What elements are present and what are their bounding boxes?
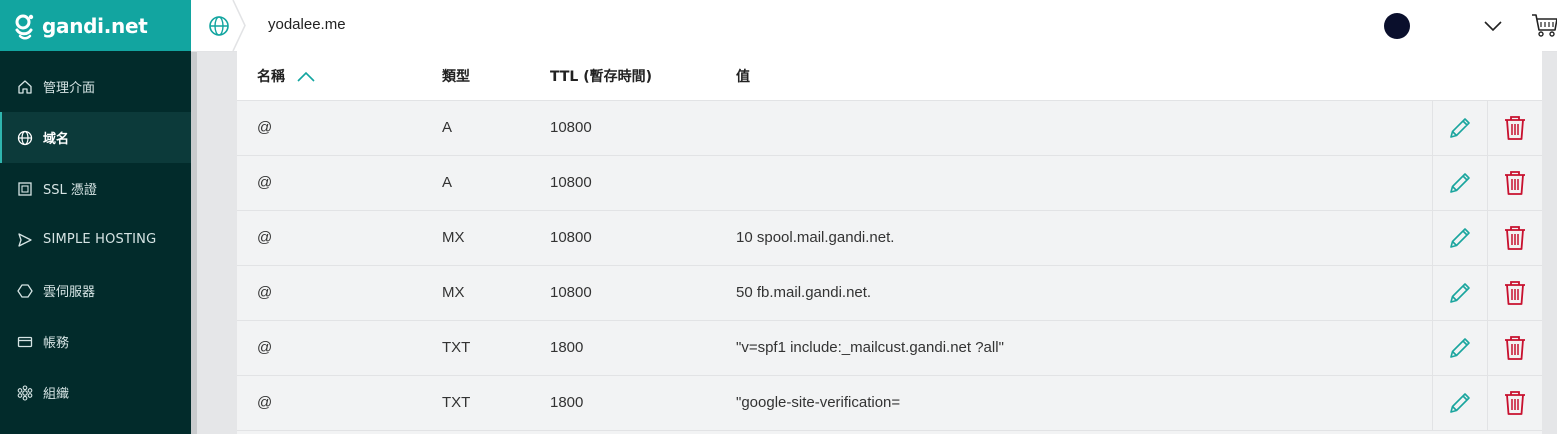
edit-button[interactable] [1432,211,1487,265]
trash-icon [1505,226,1525,250]
pencil-icon [1450,118,1470,138]
record-ttl: 10800 [550,119,592,136]
cart-icon[interactable] [1531,11,1557,39]
table-row: @ TXT 1800 "v=spf1 include:_mailcust.gan… [237,321,1542,376]
record-type: MX [442,284,465,301]
gandi-logo-icon [15,14,34,39]
column-header-type[interactable]: 類型 [442,66,470,86]
hexagon-icon [16,282,34,300]
sidebar-item-label: 域名 [43,132,70,147]
home-icon [16,78,34,96]
sidebar-item-label: 帳務 [43,336,70,351]
table-row: @ A 10800 [237,101,1542,156]
sidebar-item-simple-hosting[interactable]: SIMPLE HOSTING [0,214,191,265]
record-ttl: 1800 [550,339,584,356]
record-value: 10 spool.mail.gandi.net. [736,229,895,246]
record-name: @ [257,229,273,246]
table-row: @ TXT 1800 "google-site-verification= [237,376,1542,431]
record-value: "google-site-verification= [736,394,901,411]
trash-icon [1505,336,1525,360]
send-icon [16,231,34,249]
column-header-name[interactable]: 名稱 [257,66,316,86]
record-type: TXT [442,339,471,356]
sidebar: gandi.net 管理介面 域名 SSL 憑證 SIMPLE HOSTING [0,0,191,434]
certificate-icon [16,180,34,198]
table-row: @ MX 10800 10 spool.mail.gandi.net. [237,211,1542,266]
record-type: A [442,119,453,136]
record-value: "v=spf1 include:_mailcust.gandi.net ?all… [736,339,1004,356]
pencil-icon [1450,173,1470,193]
trash-icon [1505,281,1525,305]
sidebar-nav: 管理介面 域名 SSL 憑證 SIMPLE HOSTING 雲伺服器 帳務 組織 [0,61,191,418]
edit-button[interactable] [1432,376,1487,430]
topbar: yodalee.me [191,0,1557,52]
record-name: @ [257,119,273,136]
column-header-label: 名稱 [257,69,285,85]
credit-card-icon [16,333,34,351]
brand-name: gandi.net [42,13,148,38]
sidebar-item-label: 雲伺服器 [43,285,96,300]
table-row: @ A 10800 [237,156,1542,211]
record-name: @ [257,339,273,356]
column-header-ttl[interactable]: TTL (暫存時間) [550,66,652,86]
table-header: 名稱 類型 TTL (暫存時間) 值 [237,51,1542,101]
sidebar-item-label: SIMPLE HOSTING [43,232,157,247]
sidebar-item-dashboard[interactable]: 管理介面 [0,61,191,112]
sidebar-item-label: 組織 [43,387,70,402]
sidebar-item-organizations[interactable]: 組織 [0,367,191,418]
record-ttl: 1800 [550,394,584,411]
edit-button[interactable] [1432,101,1487,155]
record-ttl: 10800 [550,174,592,191]
trash-icon [1505,171,1525,195]
pencil-icon [1450,393,1470,413]
sidebar-item-ssl[interactable]: SSL 憑證 [0,163,191,214]
sidebar-item-domains[interactable]: 域名 [0,112,191,163]
pencil-icon [1450,228,1470,248]
edit-button[interactable] [1432,156,1487,210]
domain-name[interactable]: yodalee.me [268,16,346,33]
pencil-icon [1450,338,1470,358]
avatar[interactable] [1384,13,1410,39]
record-type: MX [442,229,465,246]
column-header-value[interactable]: 值 [736,66,750,86]
organization-icon [16,384,34,402]
trash-icon [1505,116,1525,140]
sidebar-item-label: 管理介面 [43,81,96,96]
delete-button[interactable] [1487,156,1542,210]
delete-button[interactable] [1487,211,1542,265]
chevron-down-icon[interactable] [1483,16,1503,36]
record-name: @ [257,284,273,301]
sidebar-item-label: SSL 憑證 [43,183,97,198]
record-type: TXT [442,394,471,411]
edit-button[interactable] [1432,321,1487,375]
record-ttl: 10800 [550,229,592,246]
delete-button[interactable] [1487,321,1542,375]
breadcrumb-separator-icon [232,0,246,51]
logo-bar[interactable]: gandi.net [0,0,191,51]
record-name: @ [257,174,273,191]
record-name: @ [257,394,273,411]
sidebar-scrollbar[interactable] [191,51,197,434]
delete-button[interactable] [1487,101,1542,155]
record-ttl: 10800 [550,284,592,301]
globe-icon [16,129,34,147]
pencil-icon [1450,283,1470,303]
sidebar-item-cloud-servers[interactable]: 雲伺服器 [0,265,191,316]
dns-records-table: 名稱 類型 TTL (暫存時間) 值 @ A 10800 @ A 10800 @… [237,51,1542,434]
sidebar-item-billing[interactable]: 帳務 [0,316,191,367]
globe-icon [209,16,229,36]
table-row: @ MX 10800 50 fb.mail.gandi.net. [237,266,1542,321]
trash-icon [1505,391,1525,415]
delete-button[interactable] [1487,376,1542,430]
record-value: 50 fb.mail.gandi.net. [736,284,872,301]
edit-button[interactable] [1432,266,1487,320]
delete-button[interactable] [1487,266,1542,320]
sort-ascending-icon [297,71,315,82]
record-type: A [442,174,453,191]
